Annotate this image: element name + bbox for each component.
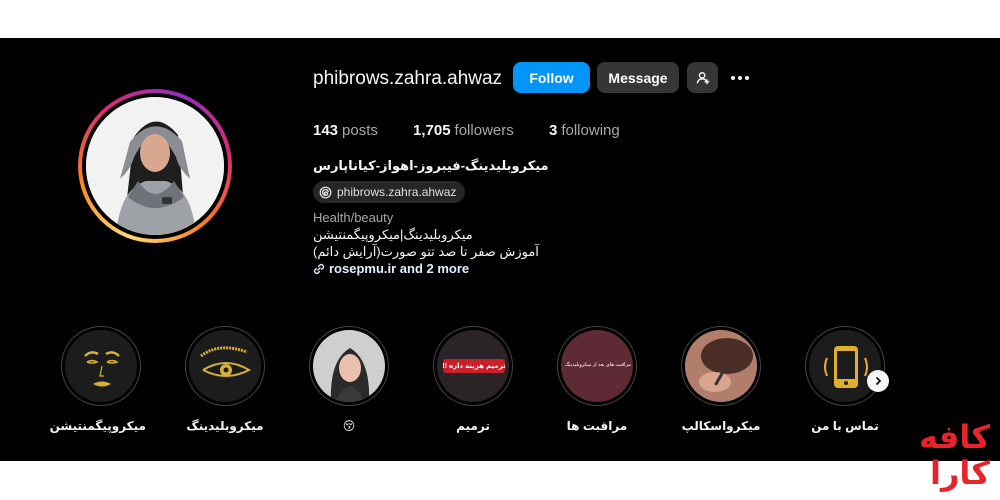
posts-count: 143 posts (313, 122, 378, 139)
following-link[interactable]: 3 following (549, 122, 620, 139)
retouch-cover-banner: ترمیم هزینه داره !! (442, 359, 506, 373)
highlight-label: میکرواسکالپ (681, 419, 761, 433)
avatar-photo (86, 97, 224, 235)
more-options-button[interactable] (728, 68, 752, 88)
highlight-label: ترمیم (456, 419, 490, 433)
scalp-photo (685, 330, 757, 402)
highlight-micropigmentation[interactable]: میکروپیگمنتیشن (49, 326, 146, 433)
suggest-users-button[interactable] (687, 62, 718, 93)
highlight-label: مراقبت ها (566, 419, 628, 433)
followers-link[interactable]: 1,705 followers (413, 122, 514, 139)
username: phibrows.zahra.ahwaz (313, 68, 503, 89)
highlight-care[interactable]: مراقبت های بعد از میکروبلیدینگ مراقبت ها (552, 326, 642, 433)
threads-badge[interactable]: phibrows.zahra.ahwaz (313, 181, 466, 203)
lips-icon (65, 330, 137, 402)
care-cover: مراقبت های بعد از میکروبلیدینگ (561, 330, 633, 402)
link-icon (313, 263, 325, 274)
follow-button[interactable]: Follow (513, 62, 590, 93)
retouch-cover: ترمیم هزینه داره !! (437, 330, 509, 402)
message-button[interactable]: Message (597, 62, 679, 93)
eye-brow-icon (189, 330, 261, 402)
external-link[interactable]: rosepmu.ir and 2 more (313, 261, 469, 276)
phone-icon (809, 330, 881, 402)
threads-handle: phibrows.zahra.ahwaz (337, 185, 457, 199)
highlights-next-button[interactable] (867, 370, 889, 392)
highlight-label: میکروبلیدینگ (186, 419, 264, 433)
portrait-photo (313, 330, 385, 402)
more-dots-icon (731, 76, 735, 80)
logo-line-2: کارا (929, 455, 990, 491)
profile-avatar[interactable] (78, 89, 232, 243)
highlight-microscalp[interactable]: میکرواسکالپ (676, 326, 766, 433)
cafe-kara-logo: کافه کارا (918, 420, 996, 500)
threads-icon (319, 186, 332, 198)
highlight-label: میکروپیگمنتیشن (49, 419, 146, 433)
bio-line-1: میکروبلیدینگ|میکروپیگمنتیشن (313, 227, 473, 242)
category-label: Health/beauty (313, 210, 394, 225)
highlight-portrait[interactable]: 😚 (304, 326, 394, 433)
highlight-label: 😚 (342, 419, 356, 433)
profile-page: phibrows.zahra.ahwaz Follow Message 143 p… (0, 38, 1000, 461)
bio-line-2: آموزش صفر تا صد تتو صورت(آرایش دائم) (313, 244, 539, 259)
add-user-icon (696, 71, 709, 84)
full-name: میکروبلیدینگ-فیبروز-اهواز-کیاناپارس (313, 158, 549, 173)
logo-line-1: کافه (919, 419, 990, 455)
highlight-retouch[interactable]: ترمیم هزینه داره !! ترمیم (428, 326, 518, 433)
care-cover-text: مراقبت های بعد از میکروبلیدینگ (565, 362, 631, 368)
chevron-right-icon (875, 376, 882, 386)
highlight-microblading[interactable]: میکروبلیدینگ (180, 326, 270, 433)
highlight-label: تماس با من (811, 419, 879, 433)
